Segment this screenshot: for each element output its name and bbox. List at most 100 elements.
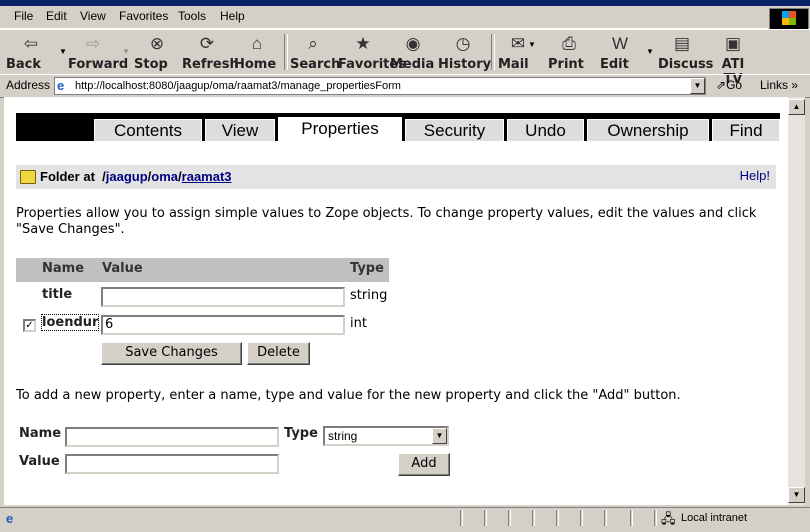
- scroll-down-icon[interactable]: ▼: [788, 487, 805, 503]
- stop-icon: ⊗: [149, 34, 165, 53]
- header-type: Type: [350, 261, 384, 276]
- tab-view[interactable]: View: [205, 119, 275, 141]
- printer-icon: ⎙: [562, 34, 576, 53]
- forward-button[interactable]: ⇨ Forward: [68, 32, 128, 72]
- status-divider: [630, 510, 633, 526]
- menu-view[interactable]: View: [80, 9, 106, 23]
- menu-file[interactable]: File: [14, 9, 33, 23]
- folder-icon: [20, 170, 36, 184]
- add-type-selected: string: [328, 429, 358, 443]
- edit-label: Edit: [600, 57, 629, 72]
- tab-security[interactable]: Security: [405, 119, 504, 141]
- toolbar-separator: [491, 34, 495, 70]
- menu-help[interactable]: Help: [220, 9, 245, 23]
- ie-status-icon: e: [6, 511, 14, 526]
- menu-bar: File Edit View Favorites Tools Help: [0, 6, 810, 29]
- chevron-right-icon: »: [791, 78, 799, 92]
- search-label: Search: [290, 57, 341, 72]
- add-name-input[interactable]: [65, 427, 279, 447]
- forward-dropdown-icon[interactable]: ▼: [122, 47, 130, 56]
- breadcrumb-link-oma[interactable]: oma: [151, 169, 178, 184]
- chevron-down-icon[interactable]: ▼: [432, 428, 447, 444]
- property-value-title-input[interactable]: [101, 287, 345, 307]
- intro-text: Properties allow you to assign simple va…: [16, 206, 757, 237]
- menu-edit[interactable]: Edit: [46, 9, 67, 23]
- links-button[interactable]: Links »: [760, 78, 798, 92]
- mail-button[interactable]: ✉ Mail: [498, 32, 538, 72]
- stop-button[interactable]: ⊗ Stop: [134, 32, 180, 72]
- favorites-star-icon: ★: [355, 34, 371, 53]
- print-label: Print: [548, 57, 584, 72]
- add-button[interactable]: Add: [398, 453, 450, 476]
- refresh-button[interactable]: ⟳ Refresh: [182, 32, 239, 72]
- search-icon: ⌕: [308, 34, 318, 53]
- header-name: Name: [42, 261, 85, 276]
- header-value: Value: [102, 261, 143, 276]
- edit-button[interactable]: W Edit: [600, 32, 640, 72]
- scroll-up-icon[interactable]: ▲: [788, 99, 805, 115]
- print-button[interactable]: ⎙ Print: [548, 32, 590, 72]
- address-url[interactable]: http://localhost:8080/jaagup/oma/raamat3…: [75, 80, 401, 92]
- breadcrumb-link-raamat3[interactable]: raamat3: [182, 169, 232, 184]
- refresh-label: Refresh: [182, 57, 239, 72]
- property-value-loendur-input[interactable]: 6: [101, 315, 345, 335]
- add-value-input[interactable]: [65, 454, 279, 474]
- address-input[interactable]: e http://localhost:8080/jaagup/oma/raama…: [54, 77, 706, 95]
- back-label: Back: [6, 57, 42, 72]
- address-dropdown-icon[interactable]: ▼: [690, 78, 705, 94]
- status-divider: [508, 510, 511, 526]
- add-value-label: Value: [19, 454, 60, 469]
- tab-ownership[interactable]: Ownership: [587, 119, 709, 141]
- tab-find[interactable]: Find: [712, 119, 780, 141]
- mail-dropdown-icon[interactable]: ▼: [528, 40, 536, 49]
- back-dropdown-icon[interactable]: ▼: [59, 47, 67, 56]
- menu-tools[interactable]: Tools: [178, 9, 206, 23]
- toolbar: ⇦ Back ▼ ⇨ Forward ▼ ⊗ Stop ⟳ Refresh ⌂ …: [0, 29, 810, 87]
- stop-label: Stop: [134, 57, 168, 72]
- add-property-intro: To add a new property, enter a name, typ…: [16, 388, 681, 403]
- zone-label: Local intranet: [681, 512, 748, 524]
- home-icon: ⌂: [251, 34, 263, 53]
- word-edit-icon: W: [611, 34, 629, 53]
- links-label: Links: [760, 78, 789, 92]
- search-button[interactable]: ⌕ Search: [290, 32, 340, 72]
- save-changes-button[interactable]: Save Changes: [101, 342, 242, 365]
- property-name-loendur[interactable]: loendur: [40, 314, 100, 331]
- media-globe-icon: ◉: [405, 34, 421, 53]
- property-select-checkbox[interactable]: ✓: [23, 319, 36, 332]
- home-button[interactable]: ⌂ Home: [234, 32, 280, 72]
- status-divider: [604, 510, 607, 526]
- status-divider: [460, 510, 463, 526]
- add-type-select[interactable]: string ▼: [323, 426, 449, 446]
- breadcrumb-link-jaagup[interactable]: jaagup: [106, 169, 148, 184]
- tab-contents[interactable]: Contents: [94, 119, 202, 141]
- help-link[interactable]: Help!: [740, 168, 770, 183]
- status-divider: [484, 510, 487, 526]
- add-name-label: Name: [19, 426, 62, 441]
- discuss-icon: ▤: [673, 34, 691, 53]
- vertical-scrollbar[interactable]: ▲ ▼: [788, 97, 805, 505]
- history-clock-icon: ◷: [455, 34, 471, 53]
- status-divider: [556, 510, 559, 526]
- discuss-label: Discuss: [658, 57, 714, 72]
- forward-arrow-icon: ⇨: [85, 34, 101, 53]
- discuss-button[interactable]: ▤ Discuss: [658, 32, 713, 72]
- favorites-button[interactable]: ★ Favorites: [338, 32, 406, 72]
- address-label: Address: [6, 78, 51, 92]
- ie-page-icon: e: [57, 78, 65, 93]
- back-button[interactable]: ⇦ Back: [6, 32, 56, 72]
- delete-button[interactable]: Delete: [247, 342, 310, 365]
- property-name-title: title: [42, 287, 73, 302]
- breadcrumb-text: Folder at /jaagup/oma/raamat3: [40, 169, 232, 184]
- ati-tv-button[interactable]: ▣ ATI TV: [710, 32, 756, 87]
- go-button[interactable]: ⇗Go: [716, 78, 742, 92]
- menu-favorites[interactable]: Favorites: [119, 9, 168, 23]
- status-divider: [580, 510, 583, 526]
- windows-logo-icon: [769, 8, 809, 30]
- tab-undo[interactable]: Undo: [507, 119, 584, 141]
- media-button[interactable]: ◉ Media: [390, 32, 436, 72]
- edit-dropdown-icon[interactable]: ▼: [646, 47, 654, 56]
- add-type-label: Type: [284, 426, 318, 441]
- history-button[interactable]: ◷ History: [438, 32, 491, 72]
- tab-properties[interactable]: Properties: [278, 117, 402, 143]
